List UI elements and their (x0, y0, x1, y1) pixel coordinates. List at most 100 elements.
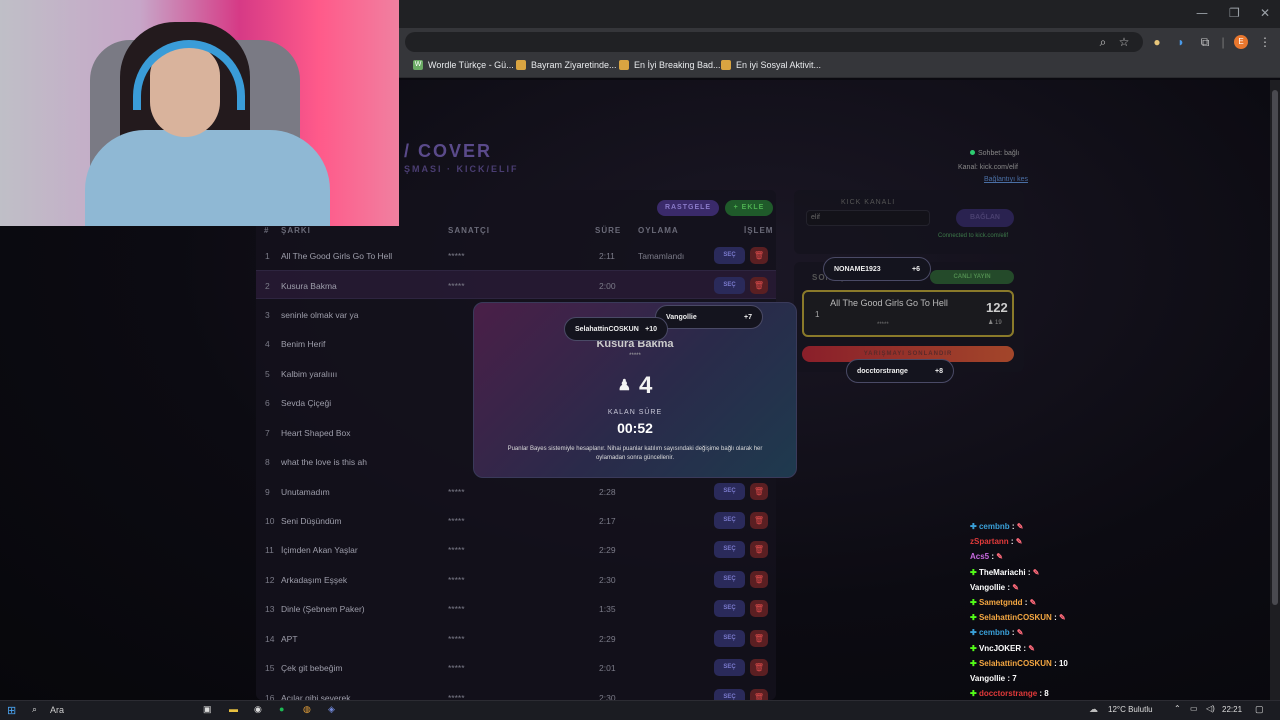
table-row[interactable]: 15 Çek git bebeğim ***** 2:01 SEÇ 🗑 (256, 653, 776, 682)
extension-audio-icon[interactable]: ◗ (1174, 35, 1188, 49)
select-button[interactable]: SEÇ (714, 277, 745, 294)
restore-icon[interactable]: ❐ (1229, 6, 1240, 20)
trash-icon[interactable]: 🗑 (750, 247, 768, 264)
taskbar-search[interactable]: Ara (50, 705, 64, 715)
status-dot-icon (970, 150, 975, 155)
result-rank: 1 (815, 310, 820, 319)
select-button[interactable]: SEÇ (714, 541, 745, 558)
chat-username[interactable]: Sametgndd (979, 598, 1023, 607)
bookmark-item[interactable]: En İyi Breaking Bad... (619, 60, 721, 70)
kick-channel-label: KICK KANALI (841, 199, 896, 206)
trash-icon[interactable]: 🗑 (750, 630, 768, 647)
chat-username[interactable]: docctorstrange (979, 689, 1037, 698)
result-votes-count: 19 (995, 320, 1002, 326)
task-view-icon[interactable]: ▣ (203, 704, 212, 715)
select-button[interactable]: SEÇ (714, 571, 745, 588)
close-icon[interactable]: ✕ (1260, 6, 1270, 20)
chat-username[interactable]: SelahattinCOSKUN (979, 659, 1052, 668)
table-row[interactable]: 9 Unutamadım ***** 2:28 SEÇ 🗑 (256, 477, 776, 506)
chat-text: 7 (1012, 673, 1017, 683)
taskbar (0, 700, 1280, 720)
chat-username[interactable]: cembnb (979, 522, 1010, 531)
trash-icon[interactable]: 🗑 (750, 541, 768, 558)
weather-text[interactable]: 12°C Bulutlu (1108, 705, 1153, 714)
network-icon[interactable]: ▭ (1190, 704, 1198, 713)
cell-song: what the love is this ah (281, 457, 367, 467)
table-row[interactable]: 14 APT ***** 2:29 SEÇ 🗑 (256, 624, 776, 653)
bookmark-label: En iyi Sosyal Aktivit... (736, 60, 822, 70)
chat-username[interactable]: Vangollie (970, 583, 1005, 592)
table-row[interactable]: 10 Seni Düşündüm ***** 2:17 SEÇ 🗑 (256, 506, 776, 535)
trash-icon[interactable]: 🗑 (750, 483, 768, 500)
select-button[interactable]: SEÇ (714, 659, 745, 676)
vote-toast: SelahattinCOSKUN +10 (564, 317, 668, 341)
extensions-puzzle-icon[interactable]: ⧉ (1198, 35, 1212, 49)
cell-num: 15 (265, 663, 275, 673)
scrollbar-thumb[interactable] (1272, 90, 1278, 605)
table-row[interactable]: 12 Arkadaşım Eşşek ***** 2:30 SEÇ 🗑 (256, 565, 776, 594)
notification-icon[interactable]: ▢ (1255, 704, 1264, 715)
select-button[interactable]: SEÇ (714, 630, 745, 647)
chat-username[interactable]: SelahattinCOSKUN (979, 613, 1052, 622)
search-icon[interactable]: ⌕ (32, 704, 37, 715)
chat-username[interactable]: cembnb (979, 628, 1010, 637)
volume-icon[interactable]: ◁) (1206, 704, 1215, 713)
zoom-icon[interactable]: ⌕ (1096, 35, 1110, 49)
emote-icon: ✎ (1028, 643, 1035, 653)
select-button[interactable]: SEÇ (714, 600, 745, 617)
kick-channel-input[interactable]: elif (806, 210, 930, 226)
discord-icon[interactable]: ◈ (328, 704, 335, 715)
table-row[interactable]: 1 All The Good Girls Go To Hell ***** 2:11 T… (256, 241, 776, 270)
select-button[interactable]: SEÇ (714, 512, 745, 529)
connect-button[interactable]: BAĞLAN (956, 209, 1014, 227)
trash-icon[interactable]: 🗑 (750, 277, 768, 294)
chat-username[interactable]: VncJOKER (979, 644, 1021, 653)
bookmark-label: Bayram Ziyaretinde... (531, 60, 617, 70)
file-explorer-icon[interactable]: ▬ (229, 704, 238, 714)
cell-artist: ***** (448, 516, 465, 526)
badge-icon: ✚ (970, 658, 979, 668)
chat-username[interactable]: zSpartann (970, 537, 1009, 546)
chat-username[interactable]: TheMariachi (979, 568, 1026, 577)
bookmark-item[interactable]: En iyi Sosyal Aktivit... (721, 60, 821, 70)
cell-num: 10 (265, 516, 275, 526)
star-icon[interactable]: ☆ (1117, 35, 1131, 49)
cell-song: seninle olmak var ya (281, 310, 359, 320)
chat-message: ✚ SelahattinCOSKUN : ✎ (970, 613, 1068, 628)
select-button[interactable]: SEÇ (714, 483, 745, 500)
chat-separator: : (1051, 613, 1059, 623)
select-button[interactable]: SEÇ (714, 247, 745, 264)
clock[interactable]: 22:21 (1222, 705, 1242, 714)
table-row[interactable]: 2 Kusura Bakma ***** 2:00 SEÇ 🗑 (256, 270, 776, 299)
bookmark-item[interactable]: W Wordle Türkçe - Gü... (413, 60, 514, 70)
cell-duration: 2:29 (599, 634, 616, 644)
wordle-icon: W (413, 60, 423, 70)
extension-icon[interactable]: ● (1150, 35, 1164, 49)
chrome-icon[interactable]: ◍ (303, 704, 311, 715)
trash-icon[interactable]: 🗑 (750, 512, 768, 529)
minimize-icon[interactable]: — (1196, 6, 1208, 20)
trash-icon[interactable]: 🗑 (750, 659, 768, 676)
obs-icon[interactable]: ◉ (254, 704, 262, 715)
emote-icon: ✎ (1029, 597, 1037, 607)
vote-toast-name: docctorstrange (857, 368, 908, 375)
table-row[interactable]: 13 Dinle (Şebnem Paker) ***** 1:35 SEÇ 🗑 (256, 594, 776, 623)
spotify-icon[interactable]: ● (279, 704, 284, 714)
cell-num: 8 (265, 457, 270, 467)
chat-username[interactable]: Vangollie (970, 674, 1005, 683)
bookmark-item[interactable]: Bayram Ziyaretinde... (516, 60, 617, 70)
trash-icon[interactable]: 🗑 (750, 600, 768, 617)
chat-username[interactable]: Acs5 (970, 552, 989, 561)
add-button[interactable]: + EKLE (725, 200, 773, 216)
chat-message: zSpartann : ✎ (970, 537, 1068, 552)
profile-avatar[interactable]: E (1234, 35, 1248, 49)
trash-icon[interactable]: 🗑 (750, 571, 768, 588)
table-row[interactable]: 11 İçimden Akan Yaşlar ***** 2:29 SEÇ 🗑 (256, 535, 776, 564)
menu-icon[interactable]: ⋮ (1258, 35, 1272, 49)
chevron-up-icon[interactable]: ⌃ (1174, 704, 1181, 713)
address-bar[interactable] (405, 32, 1143, 52)
disconnect-link[interactable]: Bağlantıyı kes (984, 176, 1028, 183)
random-button[interactable]: RASTGELE (657, 200, 719, 216)
modal-time-label: KALAN SÜRE (607, 409, 663, 416)
windows-start-icon[interactable]: ⊞ (7, 704, 16, 717)
